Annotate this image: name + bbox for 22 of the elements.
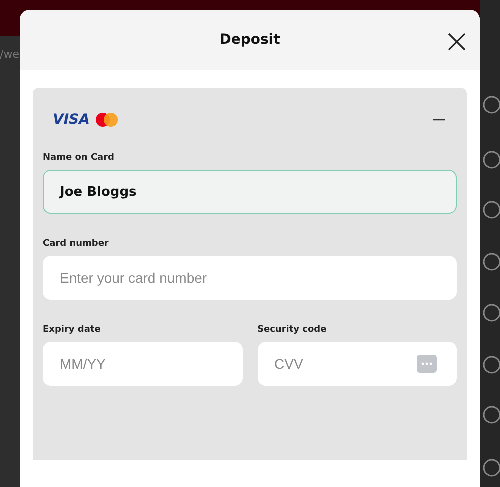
- sidebar-icon[interactable]: [482, 252, 500, 272]
- mastercard-logo-icon: [96, 113, 118, 127]
- dialog-title: Deposit: [220, 32, 280, 48]
- sidebar-icon[interactable]: [482, 150, 500, 170]
- field-label: Name on Card: [43, 153, 116, 163]
- input-field[interactable]: CVV: [258, 342, 457, 386]
- field-label: Expiry date: [43, 325, 102, 335]
- sidebar-icon[interactable]: [482, 355, 500, 375]
- sidebar-icon[interactable]: [482, 458, 500, 478]
- visa-logo: VISA: [53, 112, 90, 128]
- cvv-card-icon: [417, 355, 437, 373]
- field-label: Security code: [258, 325, 328, 335]
- field-label: Card number: [43, 239, 110, 249]
- input-field[interactable]: Joe Bloggs: [43, 170, 457, 214]
- sidebar-icon[interactable]: [482, 200, 500, 220]
- close-icon[interactable]: [447, 32, 467, 52]
- input-field[interactable]: MM/YY: [43, 342, 242, 386]
- sidebar-icon[interactable]: [482, 405, 500, 425]
- url-fragment: /we: [0, 48, 20, 61]
- input-field[interactable]: Enter your card number: [43, 256, 457, 300]
- sidebar-icon[interactable]: [482, 95, 500, 115]
- sidebar-icon[interactable]: [482, 303, 500, 323]
